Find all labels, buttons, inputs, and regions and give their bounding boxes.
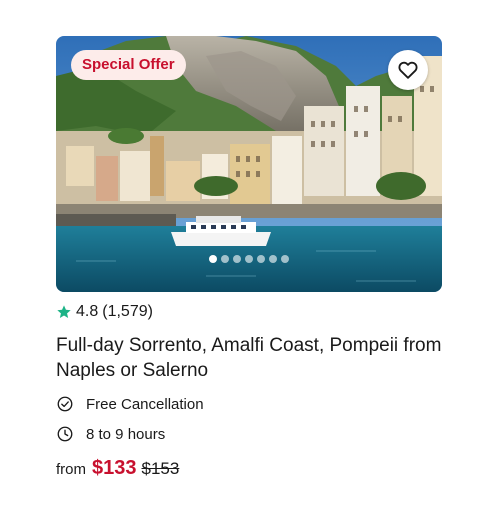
product-image-carousel[interactable]: Special Offer — [56, 36, 442, 292]
price-from-label: from — [56, 461, 86, 478]
rating-row: 4.8 (1,579) — [56, 301, 442, 323]
carousel-dot[interactable] — [233, 255, 241, 263]
special-offer-badge: Special Offer — [71, 50, 186, 80]
carousel-dot[interactable] — [245, 255, 253, 263]
carousel-dot[interactable] — [281, 255, 289, 263]
product-card[interactable]: Special Offer 4.8 (1,579) Full-day Sorre… — [56, 36, 442, 480]
rating-score: 4.8 — [76, 303, 99, 320]
carousel-dot[interactable] — [221, 255, 229, 263]
carousel-dot[interactable] — [209, 255, 217, 263]
product-title[interactable]: Full-day Sorrento, Amalfi Coast, Pompeii… — [56, 333, 442, 383]
carousel-dot[interactable] — [257, 255, 265, 263]
original-price: $153 — [141, 459, 180, 478]
feature-label: 8 to 9 hours — [86, 425, 166, 443]
wishlist-button[interactable] — [388, 50, 428, 90]
feature-free-cancellation: Free Cancellation — [56, 393, 442, 415]
current-price: $133 — [92, 457, 137, 479]
price-row: from $133 $153 — [56, 457, 442, 480]
star-icon — [56, 304, 72, 320]
carousel-dot[interactable] — [269, 255, 277, 263]
feature-duration: 8 to 9 hours — [56, 423, 442, 445]
carousel-dots — [56, 255, 442, 263]
clock-icon — [56, 425, 74, 443]
heart-icon — [398, 61, 418, 79]
check-circle-icon — [56, 395, 74, 413]
review-count: (1,579) — [102, 303, 153, 320]
feature-label: Free Cancellation — [86, 395, 204, 413]
